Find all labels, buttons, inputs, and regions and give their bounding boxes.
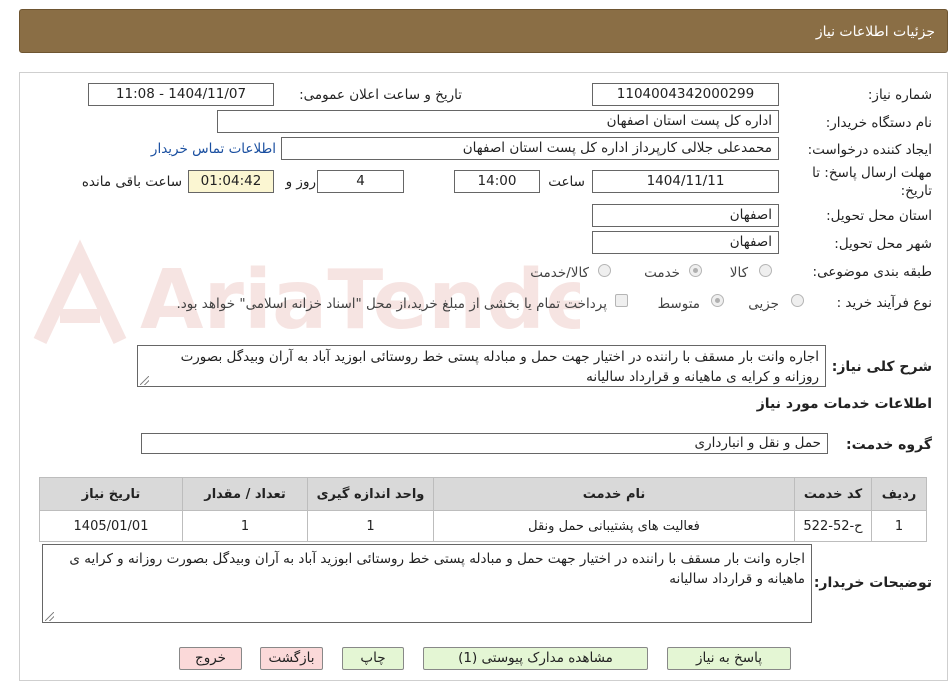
remaining-time-label: ساعت باقی مانده	[81, 174, 182, 190]
need-number-label: شماره نیاز:	[867, 87, 932, 103]
service-group-label: گروه خدمت:	[846, 437, 932, 453]
services-table: ردیف کد خدمت نام خدمت واحد اندازه گیری ت…	[39, 477, 927, 542]
days-remaining-field: 4	[317, 170, 404, 193]
process-radio-medium[interactable]	[711, 294, 724, 307]
category-label: طبقه بندی موضوعی:	[812, 264, 932, 280]
service-group-field: حمل و نقل و انبارداری	[141, 433, 828, 454]
treasury-payment-note: پرداخت تمام یا بخشی از مبلغ خرید،از محل …	[176, 296, 607, 312]
col-row-number: ردیف	[871, 477, 927, 511]
process-option-minor: جزیی	[748, 296, 779, 312]
services-table-header: ردیف کد خدمت نام خدمت واحد اندازه گیری ت…	[39, 477, 927, 511]
col-service-code: کد خدمت	[794, 477, 872, 511]
process-type-label: نوع فرآیند خرید :	[836, 295, 932, 311]
buyer-notes-text: اجاره وانت بار مسقف با راننده در اختیار …	[69, 551, 805, 587]
page-title: جزئیات اطلاعات نیاز	[815, 24, 935, 40]
resize-grip-icon[interactable]	[45, 612, 54, 621]
col-need-date: تاریخ نیاز	[39, 477, 183, 511]
process-radio-minor[interactable]	[791, 294, 804, 307]
view-attachments-button[interactable]: مشاهده مدارک پیوستی (1)	[423, 647, 648, 670]
creator-label: ایجاد کننده درخواست:	[807, 142, 932, 158]
buyer-notes-textarea[interactable]: اجاره وانت بار مسقف با راننده در اختیار …	[42, 544, 812, 623]
remaining-time-field: 01:04:42	[188, 170, 274, 193]
category-radio-goods-service[interactable]	[598, 264, 611, 277]
need-number-field: 1104004342000299	[592, 83, 779, 106]
services-section-title: اطلاعات خدمات مورد نیاز	[756, 396, 932, 412]
city-field: اصفهان	[592, 231, 779, 254]
days-label: روز و	[285, 174, 316, 190]
col-unit: واحد اندازه گیری	[307, 477, 434, 511]
table-row: 1 ح-52-522 فعالیت های پشتیبانی حمل ونقل …	[39, 510, 927, 542]
buyer-contact-link[interactable]: اطلاعات تماس خریدار	[151, 141, 276, 157]
buyer-notes-label: توضیحات خریدار:	[813, 575, 932, 591]
cell-unit: 1	[307, 510, 434, 542]
deadline-time-label: ساعت	[548, 174, 585, 190]
cell-quantity: 1	[182, 510, 308, 542]
summary-text: اجاره وانت بار مسقف با راننده در اختیار …	[180, 349, 819, 385]
back-button[interactable]: بازگشت	[260, 647, 323, 670]
process-option-medium: متوسط	[657, 296, 700, 312]
category-radio-service[interactable]	[689, 264, 702, 277]
buyer-org-field: اداره کل پست استان اصفهان	[217, 110, 779, 133]
cell-need-date: 1405/01/01	[39, 510, 183, 542]
reply-button[interactable]: پاسخ به نیاز	[667, 647, 791, 670]
summary-label: شرح کلی نیاز:	[831, 359, 932, 375]
deadline-label-line1: مهلت ارسال پاسخ: تا	[812, 165, 932, 181]
category-radio-goods[interactable]	[759, 264, 772, 277]
print-button[interactable]: چاپ	[342, 647, 404, 670]
announce-datetime-field: 1404/11/07 - 11:08	[88, 83, 274, 106]
category-option-goods: کالا	[729, 265, 748, 281]
col-service-name: نام خدمت	[433, 477, 795, 511]
province-label: استان محل تحویل:	[826, 208, 932, 224]
cell-service-code: ح-52-522	[794, 510, 872, 542]
announce-label: تاریخ و ساعت اعلان عمومی:	[299, 87, 462, 103]
buyer-org-label: نام دستگاه خریدار:	[825, 115, 932, 131]
deadline-label-line2: تاریخ:	[900, 183, 932, 199]
treasury-payment-checkbox[interactable]	[615, 294, 628, 307]
province-field: اصفهان	[592, 204, 779, 227]
city-label: شهر محل تحویل:	[834, 236, 932, 252]
category-option-goods-service: کالا/خدمت	[530, 265, 589, 281]
col-quantity: تعداد / مقدار	[182, 477, 308, 511]
page-header: جزئیات اطلاعات نیاز	[19, 9, 948, 53]
resize-grip-icon[interactable]	[140, 376, 149, 385]
deadline-time-field: 14:00	[454, 170, 540, 193]
summary-textarea[interactable]: اجاره وانت بار مسقف با راننده در اختیار …	[137, 345, 826, 387]
cell-service-name: فعالیت های پشتیبانی حمل ونقل	[433, 510, 795, 542]
cell-row-number: 1	[871, 510, 927, 542]
category-option-service: خدمت	[644, 265, 680, 281]
creator-field: محمدعلی جلالی کارپرداز اداره کل پست استا…	[281, 137, 779, 160]
deadline-date-field: 1404/11/11	[592, 170, 779, 193]
exit-button[interactable]: خروج	[179, 647, 242, 670]
